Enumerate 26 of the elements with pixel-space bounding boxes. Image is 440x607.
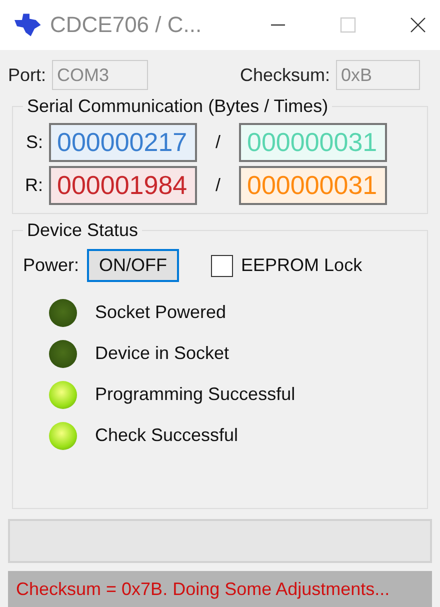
window-title: CDCE706 / C...: [50, 12, 203, 38]
byte-counter: 000001984: [49, 166, 197, 205]
port-field[interactable]: COM3: [52, 60, 148, 90]
eeprom-lock-checkbox[interactable]: [211, 254, 234, 276]
power-label: Power:: [23, 255, 80, 276]
indicator-label: Socket Powered: [95, 302, 226, 323]
group-title: Serial Communication (Bytes / Times): [26, 96, 330, 117]
checksum-label: Checksum:: [240, 64, 330, 86]
times-counter: 000000031: [239, 166, 387, 205]
close-icon[interactable]: [408, 15, 428, 35]
separator: /: [214, 132, 222, 153]
power-button[interactable]: ON/OFF: [87, 249, 180, 282]
status-message: Checksum = 0x7B. Doing Some Adjustments...: [16, 578, 390, 600]
port-label: Port:: [8, 64, 46, 86]
byte-counter: 000000217: [49, 123, 197, 162]
group-title: Device Status: [26, 220, 140, 241]
row-label: S:: [24, 132, 43, 153]
separator: /: [214, 175, 222, 196]
times-counter: 000000031: [239, 123, 387, 162]
checkbox-label: EEPROM Lock: [241, 255, 362, 276]
indicator-label: Device in Socket: [95, 343, 230, 364]
indicator-label: Programming Successful: [95, 384, 296, 405]
state-shape-icon: [12, 12, 42, 38]
checksum-field[interactable]: 0xB: [336, 60, 420, 90]
indicator-label: Check Successful: [95, 425, 238, 446]
row-label: R:: [24, 175, 43, 196]
